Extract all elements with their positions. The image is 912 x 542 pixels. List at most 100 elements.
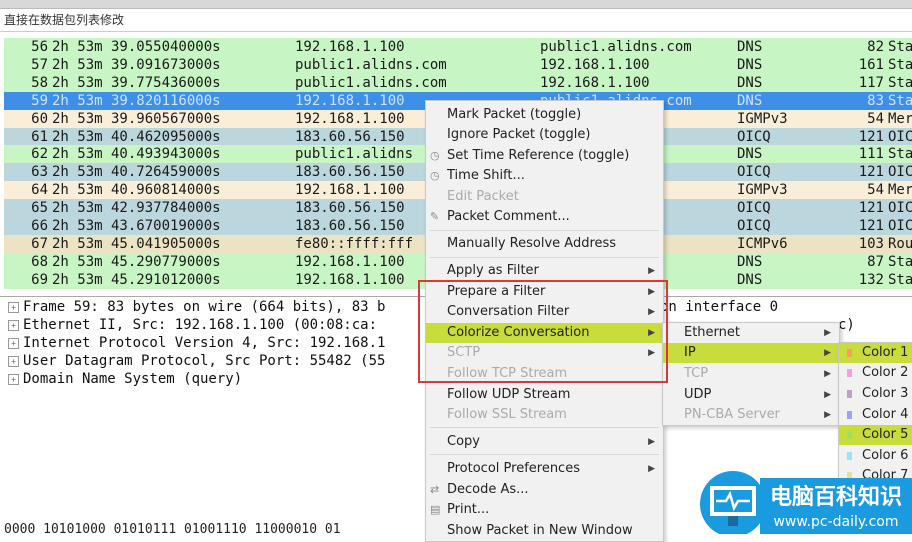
cell-info: Rou [888, 235, 912, 252]
cell-no: 62 [31, 146, 48, 163]
cell-proto: DNS [737, 271, 763, 288]
cell-src: public1.alidns.com [295, 74, 447, 91]
submenu-arrow-icon: ▶ [824, 328, 831, 338]
packet-row[interactable]: 56 2h 53m 39.055040000s 192.168.1.100 publi… [4, 38, 912, 56]
cell-len: 121 [858, 164, 884, 181]
menu-item-label: TCP [684, 366, 709, 381]
cell-src: 183.60.56.150 [295, 128, 405, 145]
cell-no: 69 [31, 271, 48, 288]
cell-no: 56 [31, 39, 48, 55]
cell-time: 2h 53m 40.960814000s [52, 182, 221, 199]
cell-no: 67 [31, 235, 48, 252]
cell-len: 121 [858, 200, 884, 217]
menu-item-udp[interactable]: UDP ▶ [663, 385, 839, 405]
cell-info: Mer [888, 110, 912, 127]
cell-time: 2h 53m 39.820116000s [52, 92, 221, 109]
menu-item-copy[interactable]: Copy ▶ [426, 432, 663, 452]
cell-src: 183.60.56.150 [295, 200, 405, 217]
menu-item-label: Color 2 [862, 365, 909, 380]
cell-no: 65 [31, 200, 48, 217]
menu-item-label: Follow UDP Stream [447, 387, 571, 402]
menu-item-follow-udp-stream[interactable]: Follow UDP Stream [426, 385, 663, 405]
menu-item-print[interactable]: ▤ Print... [426, 500, 663, 520]
cell-src: 183.60.56.150 [295, 164, 405, 181]
expand-icon[interactable]: + [8, 319, 19, 331]
menu-item-set-time-reference-toggle[interactable]: ◷ Set Time Reference (toggle) [426, 146, 663, 166]
cell-src: fe80::ffff:fff [295, 235, 414, 252]
menu-item-color-4[interactable]: Color 4 [839, 405, 912, 425]
detail-tree-item[interactable]: + Domain Name System (query) [8, 370, 242, 388]
detail-tree-item[interactable]: + Internet Protocol Version 4, Src: 192.1… [8, 334, 385, 352]
menu-item-label: IP [684, 345, 696, 360]
submenu-arrow-icon: ▶ [824, 390, 831, 400]
expand-icon[interactable]: + [8, 337, 19, 349]
detail-tree-item[interactable]: + User Datagram Protocol, Src Port: 55482… [8, 352, 385, 370]
submenu-arrow-icon: ▶ [648, 437, 655, 447]
menu-item-tcp[interactable]: TCP ▶ [663, 364, 839, 384]
print-icon: ▤ [430, 503, 441, 516]
menu-item-ethernet[interactable]: Ethernet ▶ [663, 323, 839, 343]
color-swatch-icon [847, 452, 852, 460]
cell-src: 192.168.1.100 [295, 92, 405, 109]
submenu-arrow-icon: ▶ [824, 410, 831, 420]
svg-text:www.pc-daily.com: www.pc-daily.com [773, 514, 898, 530]
cell-info: Sta [888, 92, 912, 109]
cell-src: public1.alidns [295, 146, 414, 163]
expand-icon[interactable]: + [8, 373, 19, 385]
packet-row[interactable]: 57 2h 53m 39.091673000s public1.alidns.com… [4, 55, 912, 74]
menu-item-time-shift[interactable]: ◷ Time Shift... [426, 166, 663, 186]
expand-icon[interactable]: + [8, 355, 19, 367]
cell-no: 64 [31, 182, 48, 199]
menu-item-protocol-preferences[interactable]: Protocol Preferences ▶ [426, 459, 663, 479]
menu-item-color-5[interactable]: Color 5 [839, 425, 912, 445]
cell-time: 2h 53m 39.055040000s [52, 39, 221, 55]
menu-item-pn-cba-server[interactable]: PN-CBA Server ▶ [663, 405, 839, 425]
menu-item-apply-as-filter[interactable]: Apply as Filter ▶ [426, 261, 663, 281]
cell-src: 192.168.1.100 [295, 253, 405, 270]
menu-separator [430, 454, 659, 455]
cell-len: 121 [858, 128, 884, 145]
color-swatch-icon [847, 431, 852, 439]
menu-item-label: Show Packet in New Window [447, 523, 633, 538]
menu-item-edit-packet[interactable]: Edit Packet [426, 187, 663, 207]
cell-proto: ICMPv6 [737, 235, 788, 252]
cell-dst: 192.168.1.100 [540, 56, 650, 73]
menu-item-follow-ssl-stream[interactable]: Follow SSL Stream [426, 405, 663, 425]
cell-no: 59 [31, 92, 48, 109]
expand-icon[interactable]: + [8, 301, 19, 313]
color-swatch-icon [847, 349, 852, 357]
cell-no: 58 [31, 74, 48, 91]
menu-item-label: Color 4 [862, 407, 909, 422]
menu-item-color-2[interactable]: Color 2 [839, 363, 912, 383]
svg-text:电脑百科知识: 电脑百科知识 [770, 484, 902, 510]
menu-item-decode-as[interactable]: ⇄ Decode As... [426, 480, 663, 500]
cell-src: 192.168.1.100 [295, 110, 405, 127]
menu-item-color-1[interactable]: Color 1 [839, 343, 912, 363]
display-filter-bar[interactable]: 直接在数据包列表修改 [0, 9, 912, 32]
clock-icon: ◷ [430, 169, 440, 182]
cell-proto: IGMPv3 [737, 182, 788, 199]
detail-text: Ethernet II, Src: 192.168.1.100 (00:08:c… [23, 317, 378, 333]
menu-item-manually-resolve-address[interactable]: Manually Resolve Address [426, 234, 663, 254]
menu-separator [430, 427, 659, 428]
detail-tree-item[interactable]: + Ethernet II, Src: 192.168.1.100 (00:08:… [8, 316, 377, 334]
cell-info: Sta [888, 56, 912, 73]
packet-bytes: 0000 10101000 01010111 01001110 11000010… [4, 522, 341, 537]
menu-item-label: Ethernet [684, 325, 740, 340]
menu-item-mark-packet-toggle[interactable]: Mark Packet (toggle) [426, 105, 663, 125]
cell-proto: DNS [737, 92, 763, 109]
cell-len: 54 [867, 110, 884, 127]
detail-tree-item[interactable]: + Frame 59: 83 bytes on wire (664 bits), … [8, 298, 385, 316]
cell-src: public1.alidns.com [295, 56, 447, 73]
packet-row[interactable]: 58 2h 53m 39.775436000s public1.alidns.com… [4, 73, 912, 92]
menu-item-show-packet-in-new-window[interactable]: Show Packet in New Window [426, 521, 663, 541]
menu-item-packet-comment[interactable]: ✎ Packet Comment... [426, 207, 663, 227]
watermark-logo: 电脑百科知识 www.pc-daily.com [700, 460, 912, 537]
cell-time: 2h 53m 43.670019000s [52, 218, 221, 234]
cell-time: 2h 53m 40.726459000s [52, 164, 221, 181]
menu-item-ip[interactable]: IP ▶ [663, 343, 839, 363]
menu-item-color-3[interactable]: Color 3 [839, 384, 912, 404]
menu-item-ignore-packet-toggle[interactable]: Ignore Packet (toggle) [426, 125, 663, 145]
submenu-arrow-icon: ▶ [824, 348, 831, 358]
cell-len: 82 [867, 39, 884, 55]
